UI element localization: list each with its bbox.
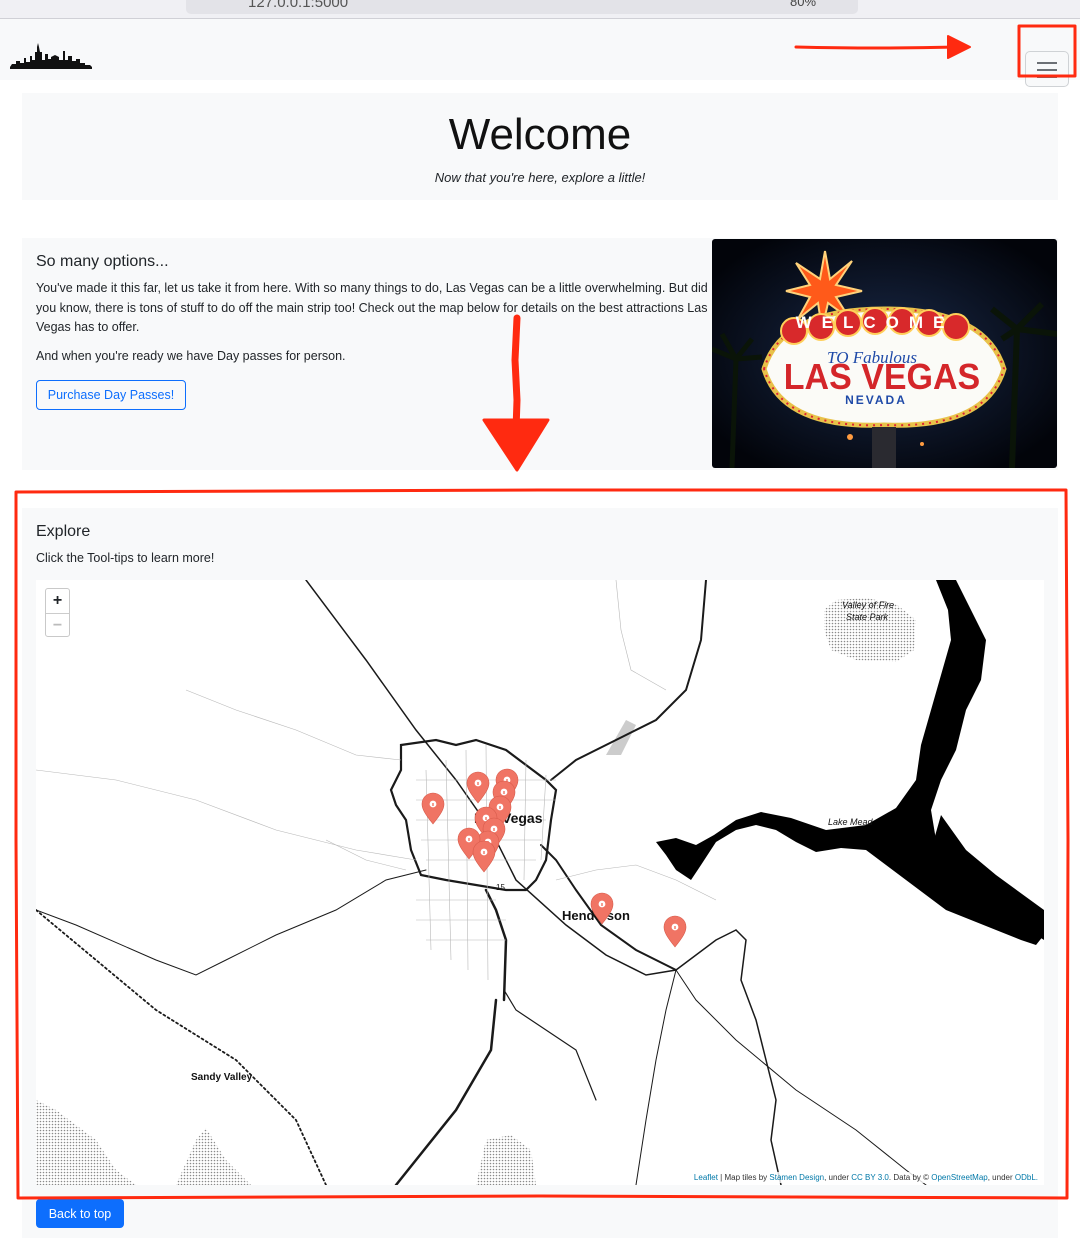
map-label-state-park: State Park bbox=[846, 612, 889, 622]
navbar-toggler-button[interactable] bbox=[1025, 51, 1069, 87]
hamburger-icon-bar bbox=[1037, 69, 1057, 71]
map-marker-pin-icon[interactable] bbox=[466, 771, 490, 804]
purchase-day-passes-button[interactable]: Purchase Day Passes! bbox=[36, 380, 186, 410]
attribution-text: . Data by © bbox=[888, 1173, 932, 1182]
map-marker-pin-icon[interactable] bbox=[472, 840, 496, 873]
attribution-text: | Map tiles by bbox=[717, 1173, 770, 1182]
options-heading: So many options... bbox=[36, 253, 169, 270]
url-text: 127.0.0.1:5000 bbox=[248, 0, 349, 11]
explore-instructions: Click the Tool-tips to learn more! bbox=[36, 551, 215, 565]
map-tiles[interactable]: Las Vegas Henderson Sandy Valley Lake Me… bbox=[36, 580, 1044, 1185]
sign-nevada-text: NEVADA bbox=[845, 393, 907, 407]
skyline-logo-icon[interactable] bbox=[10, 43, 92, 69]
hamburger-icon bbox=[1037, 62, 1057, 64]
page-subtitle: Now that you're here, explore a little! bbox=[434, 170, 646, 185]
leaflet-link[interactable]: Leaflet bbox=[694, 1173, 718, 1182]
back-to-top-button[interactable]: Back to top bbox=[36, 1199, 124, 1228]
explore-heading: Explore bbox=[36, 523, 91, 540]
attribution-text: , under bbox=[987, 1173, 1015, 1182]
map-marker-pin-icon[interactable] bbox=[421, 792, 445, 825]
vegas-sign-image: WELCOME TO Fabulous LAS VEGAS NEVADA bbox=[712, 239, 1057, 468]
hamburger-icon-bar bbox=[1037, 76, 1057, 78]
welcome-jumbotron: Welcome Now that you're here, explore a … bbox=[22, 93, 1058, 200]
odbl-link[interactable]: ODbL. bbox=[1015, 1173, 1038, 1182]
map-label-sandy-valley: Sandy Valley bbox=[191, 1072, 253, 1083]
map-label-lake-mead: Lake Mead bbox=[828, 817, 874, 827]
attribution-text: , under bbox=[824, 1173, 852, 1182]
page-title: Welcome bbox=[448, 110, 632, 159]
sign-las-vegas-text: LAS VEGAS bbox=[784, 357, 980, 397]
map-route-shield: 15 bbox=[496, 883, 505, 892]
map-marker-pin-icon[interactable] bbox=[663, 915, 687, 948]
zoom-level[interactable]: 80% bbox=[790, 0, 816, 9]
map-attribution: Leaflet | Map tiles by Stamen Design, un… bbox=[691, 1172, 1040, 1183]
map-zoom-control: + − bbox=[45, 588, 70, 637]
map-label-valley-of-fire: Valley of Fire bbox=[842, 600, 894, 610]
zoom-in-button[interactable]: + bbox=[46, 589, 69, 613]
navbar bbox=[0, 19, 1080, 87]
sign-welcome-text: WELCOME bbox=[796, 313, 955, 332]
options-paragraph: You've made it this far, let us take it … bbox=[36, 281, 708, 334]
osm-link[interactable]: OpenStreetMap bbox=[931, 1173, 987, 1182]
attractions-map[interactable]: Las Vegas Henderson Sandy Valley Lake Me… bbox=[36, 580, 1044, 1185]
stamen-link[interactable]: Stamen Design bbox=[769, 1173, 824, 1182]
cc-by-link[interactable]: CC BY 3.0 bbox=[851, 1173, 889, 1182]
browser-toolbar: 127.0.0.1:5000 80% bbox=[0, 0, 1080, 19]
zoom-out-button[interactable]: − bbox=[46, 613, 69, 637]
options-paragraph-2: And when you're ready we have Day passes… bbox=[36, 349, 346, 363]
